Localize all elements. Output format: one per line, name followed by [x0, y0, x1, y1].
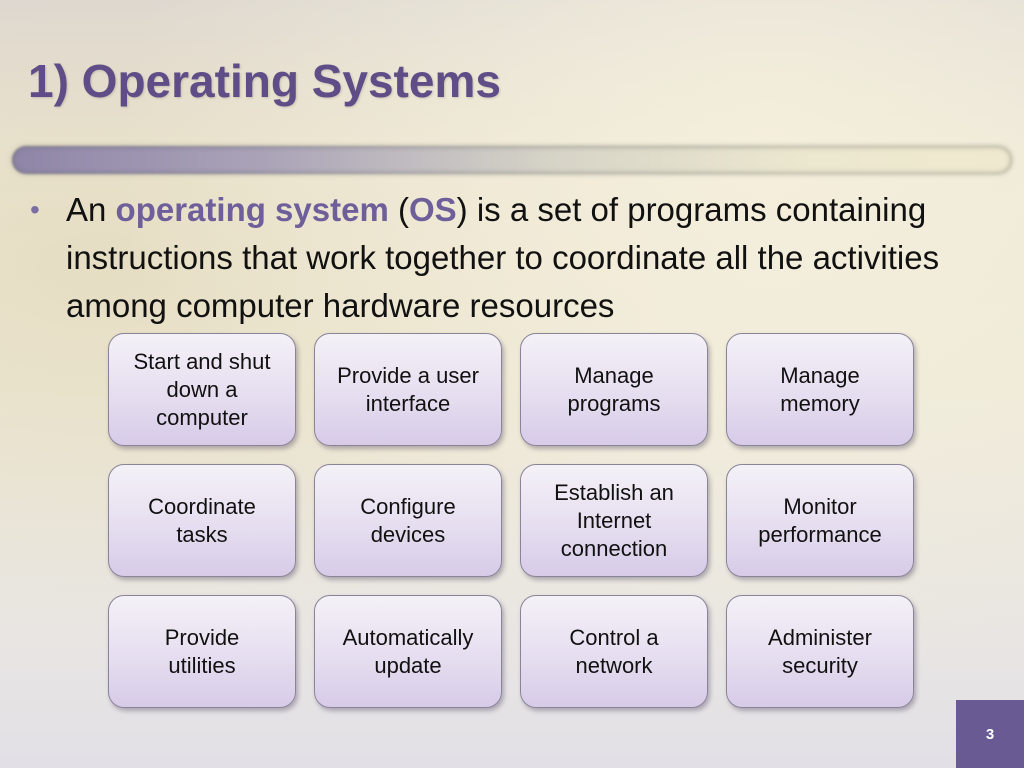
function-card: Configure devices: [314, 464, 502, 577]
function-card: Coordinate tasks: [108, 464, 296, 577]
title-divider-bar: [12, 146, 1012, 174]
function-card: Start and shut down a computer: [108, 333, 296, 446]
function-card: Administer security: [726, 595, 914, 708]
bullet-dot-icon: •: [30, 194, 40, 225]
function-card: Control a network: [520, 595, 708, 708]
paren-open: (: [388, 191, 409, 228]
function-card: Automatically update: [314, 595, 502, 708]
bullet-text: An operating system (OS) is a set of pro…: [66, 186, 1000, 330]
function-card: Establish an Internet connection: [520, 464, 708, 577]
function-card: Provide utilities: [108, 595, 296, 708]
function-card: Manage memory: [726, 333, 914, 446]
page-number-badge: 3: [956, 700, 1024, 768]
bullet-prefix: An: [66, 191, 116, 228]
os-functions-grid: Start and shut down a computer Provide a…: [108, 333, 914, 708]
bullet-point: • An operating system (OS) is a set of p…: [30, 186, 1000, 330]
slide-title: 1) Operating Systems: [28, 55, 501, 107]
abbr-highlight: OS: [408, 191, 457, 228]
term-highlight: operating system: [115, 191, 389, 228]
function-card: Manage programs: [520, 333, 708, 446]
function-card: Monitor performance: [726, 464, 914, 577]
function-card: Provide a user interface: [314, 333, 502, 446]
